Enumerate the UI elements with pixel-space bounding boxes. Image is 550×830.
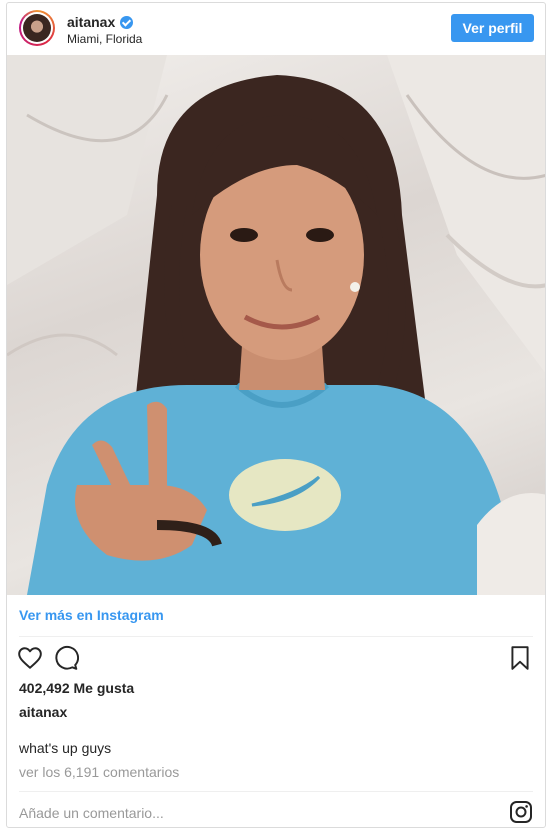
- instagram-embed-card: aitanax Miami, Florida Ver perfil Ver má…: [6, 2, 546, 828]
- location[interactable]: Miami, Florida: [67, 32, 142, 46]
- caption-text: what's up guys: [19, 740, 112, 756]
- view-profile-button[interactable]: Ver perfil: [451, 14, 534, 42]
- comment-bubble-icon[interactable]: [53, 645, 79, 671]
- divider: [19, 636, 533, 637]
- post-photo[interactable]: [7, 55, 545, 595]
- username-row: aitanax: [67, 14, 134, 30]
- avatar[interactable]: [19, 10, 55, 46]
- caption-username[interactable]: aitanax: [19, 704, 67, 720]
- view-comments-link[interactable]: ver los 6,191 comentarios: [19, 764, 179, 780]
- view-more-link[interactable]: Ver más en Instagram: [19, 607, 164, 623]
- heart-icon[interactable]: [17, 645, 43, 671]
- username[interactable]: aitanax: [67, 14, 115, 30]
- divider: [19, 791, 533, 792]
- like-count[interactable]: 402,492 Me gusta: [19, 680, 134, 696]
- verified-badge-icon: [120, 15, 134, 29]
- child-photo-illustration: [7, 55, 545, 595]
- comment-input[interactable]: Añade un comentario...: [19, 805, 164, 821]
- bookmark-icon[interactable]: [507, 645, 533, 671]
- post-header: aitanax Miami, Florida Ver perfil: [7, 3, 545, 55]
- instagram-icon[interactable]: [509, 800, 533, 824]
